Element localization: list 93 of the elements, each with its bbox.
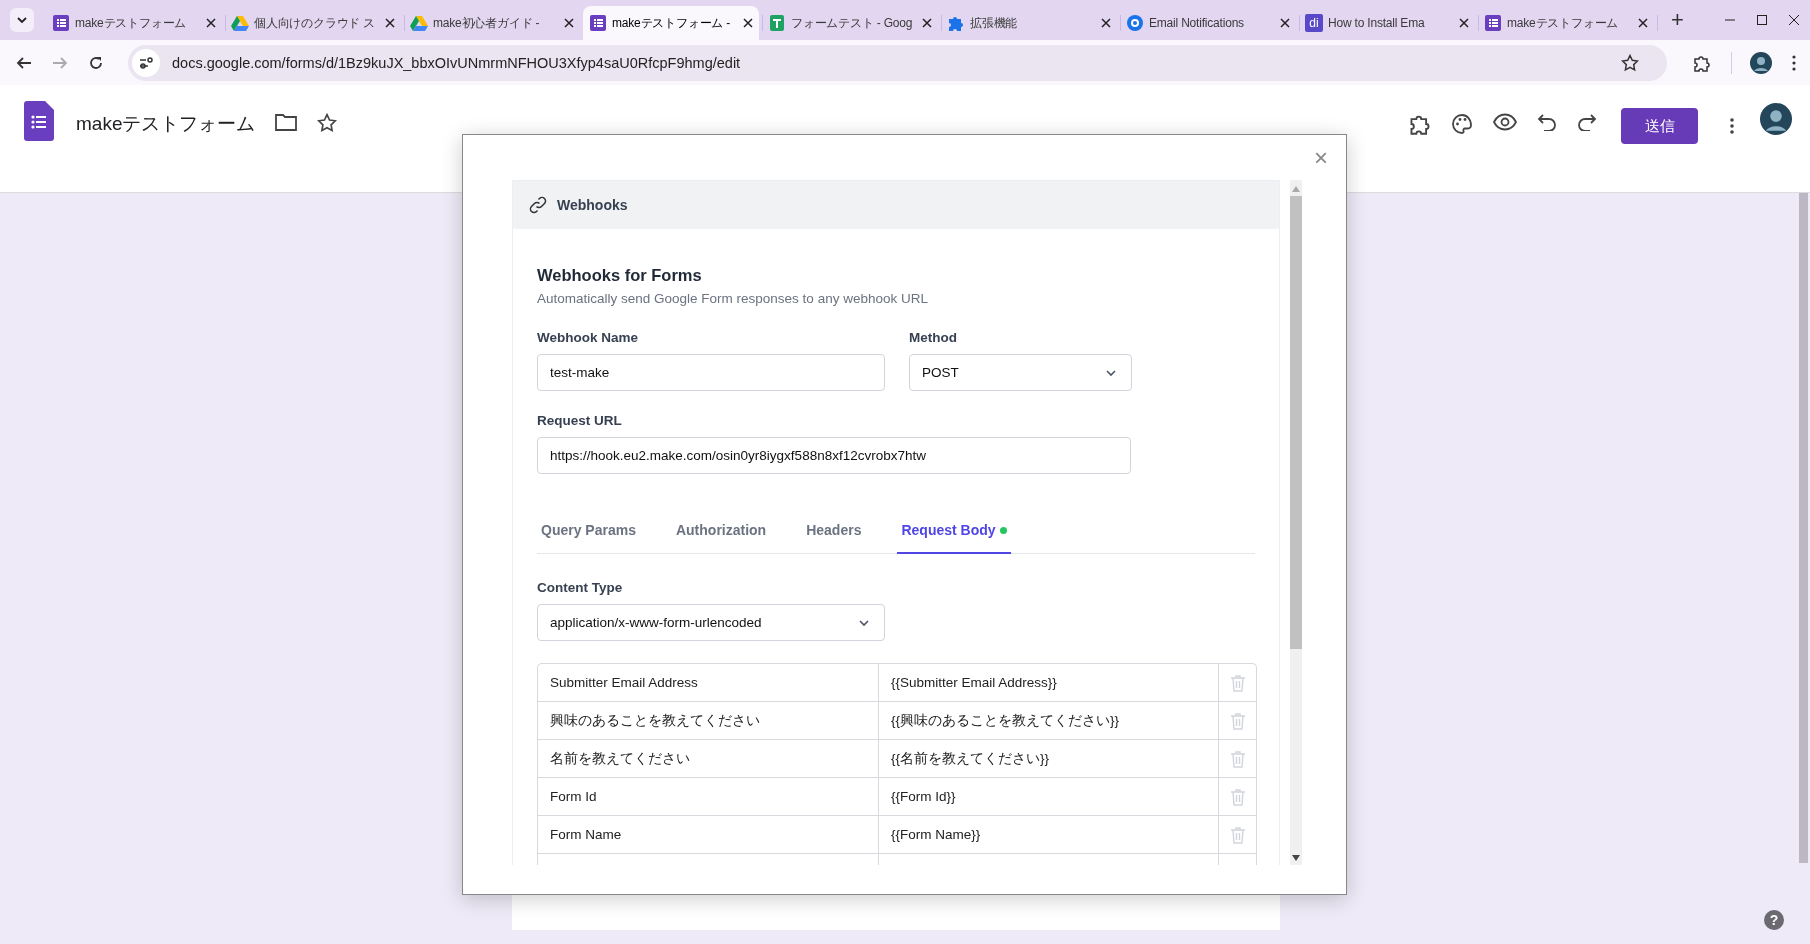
sheet-icon (768, 14, 786, 32)
tab[interactable]: Query Params (537, 514, 640, 554)
table-cell: {{Submitter Email Address}} (879, 664, 1219, 701)
table-cell: {{名前を教えてください}} (879, 740, 1219, 777)
close-icon[interactable] (1280, 18, 1290, 28)
field-label: Webhook Name (537, 330, 640, 345)
avatar-icon[interactable] (1750, 51, 1772, 74)
tab-title: makeテストフォーム (1507, 14, 1620, 32)
close-icon[interactable] (743, 18, 753, 28)
close-icon[interactable] (922, 18, 932, 28)
close-icon[interactable] (1638, 18, 1648, 28)
input-field[interactable]: test-make (537, 354, 885, 391)
address-bar[interactable]: docs.google.com/forms/d/1Bz9kuJX_bbxOIvUNmrmNFHOU3Xfyp4saU0RfcpF9hmg/edit (128, 44, 1667, 81)
tab[interactable]: Authorization (671, 514, 771, 554)
star-icon[interactable] (1621, 53, 1639, 72)
tab-list-button[interactable] (10, 8, 34, 32)
section-description: Automatically send Google Form responses to any webhook URL (537, 291, 929, 306)
scroll-down-icon[interactable] (1292, 855, 1300, 861)
reload-icon[interactable] (88, 54, 104, 71)
document-title[interactable]: makeテストフォーム (76, 111, 256, 137)
section-heading: Webhooks for Forms (537, 266, 703, 285)
more-icon[interactable] (1730, 117, 1734, 135)
browser-tab[interactable]: Email Notifications (1120, 6, 1296, 40)
tab-title: フォームテスト - Goog (791, 14, 914, 32)
panel-title: Webhooks (557, 197, 628, 213)
tab-title: 拡張機能 (970, 14, 1019, 32)
link-icon (529, 196, 547, 214)
url-text: docs.google.com/forms/d/1Bz9kuJX_bbxOIvUNmrmNFHOU3Xfyp4saU0RfcpF9hmg/edit (172, 54, 741, 71)
avatar-icon[interactable] (1760, 103, 1792, 135)
table-cell: {{Form Id}} (879, 778, 1219, 815)
tab-title: makeテストフォーム (75, 14, 188, 32)
close-button[interactable]: × (1310, 145, 1332, 171)
table-cell: {{興味のあることを教えてください}} (879, 702, 1219, 739)
input-field[interactable]: https://hook.eu2.make.com/osin0yr8iygxf588n8xf12cvrobx7htw (537, 437, 1131, 474)
folder-icon[interactable] (275, 113, 298, 131)
site-logo: di (1305, 14, 1323, 32)
puzzle-icon (947, 14, 965, 32)
close-icon[interactable] (1459, 18, 1469, 28)
close-icon[interactable] (1101, 18, 1111, 28)
maximize-icon[interactable] (1756, 14, 1768, 26)
tab[interactable]: Request Body (897, 514, 1011, 554)
browser-tab[interactable]: フォームテスト - Goog (762, 6, 938, 40)
tab[interactable]: Headers (802, 514, 866, 554)
scrollbar-thumb[interactable] (1290, 196, 1302, 649)
form-icon (52, 14, 70, 32)
back-arrow-icon[interactable] (16, 54, 32, 71)
table-cell: 名前を教えてください (538, 740, 879, 777)
tab-title: 個人向けのクラウド ス (254, 14, 377, 32)
browser-tab[interactable]: di How to Install Ema (1299, 6, 1475, 40)
triangle-icon (410, 15, 428, 31)
table-cell: Form Name (538, 816, 879, 853)
browser-tab[interactable]: makeテストフォーム (46, 6, 222, 40)
ring-icon (1126, 14, 1144, 32)
browser-tab[interactable]: 拡張機能 (941, 6, 1117, 40)
redo-icon[interactable] (1577, 113, 1597, 131)
table-cell: Submitter Email Address (538, 664, 879, 701)
dropdown[interactable]: application/x-www-form-urlencoded (537, 604, 885, 641)
table-cell: Form Id (538, 778, 879, 815)
tab-title: Email Notifications (1149, 16, 1245, 30)
puzzle-icon[interactable] (1693, 53, 1711, 72)
close-icon[interactable] (1788, 14, 1800, 26)
tab-title: makeテストフォーム - (612, 14, 732, 32)
palette-icon[interactable] (1451, 113, 1473, 135)
new-tab-button[interactable]: + (1665, 8, 1690, 32)
table-cell: {{Form Name}} (879, 816, 1219, 853)
tab-title: make初心者ガイド - (433, 14, 541, 32)
close-icon[interactable] (206, 18, 216, 28)
close-icon[interactable] (564, 18, 574, 28)
browser-tab[interactable]: 個人向けのクラウド ス (225, 6, 401, 40)
field-label: Content Type (537, 580, 624, 595)
puzzle-icon[interactable] (1409, 113, 1431, 135)
table-cell: 興味のあることを教えてください (538, 702, 879, 739)
scrollbar-thumb[interactable] (1799, 193, 1808, 863)
tab-title: How to Install Ema (1328, 16, 1426, 30)
scrollbar[interactable] (1290, 180, 1302, 865)
dropdown[interactable]: POST (909, 354, 1132, 391)
field-label: Request URL (537, 413, 623, 428)
field-label: Method (909, 330, 958, 345)
send-button[interactable]: 送信 (1621, 108, 1698, 144)
chevron-down-icon (16, 14, 28, 26)
close-icon[interactable] (385, 18, 395, 28)
forms-logo-icon (24, 101, 54, 141)
undo-icon[interactable] (1537, 113, 1557, 131)
triangle-icon (231, 15, 249, 31)
browser-tab[interactable]: makeテストフォーム (1478, 6, 1654, 40)
form-icon (589, 14, 607, 32)
site-settings-icon[interactable] (132, 48, 160, 77)
form-icon (1484, 14, 1502, 32)
browser-tab[interactable]: make初心者ガイド - (404, 6, 580, 40)
help-button[interactable]: ? (1764, 910, 1784, 930)
more-icon[interactable] (1792, 54, 1796, 71)
star-icon[interactable] (317, 113, 338, 133)
eye-icon[interactable] (1493, 113, 1517, 131)
